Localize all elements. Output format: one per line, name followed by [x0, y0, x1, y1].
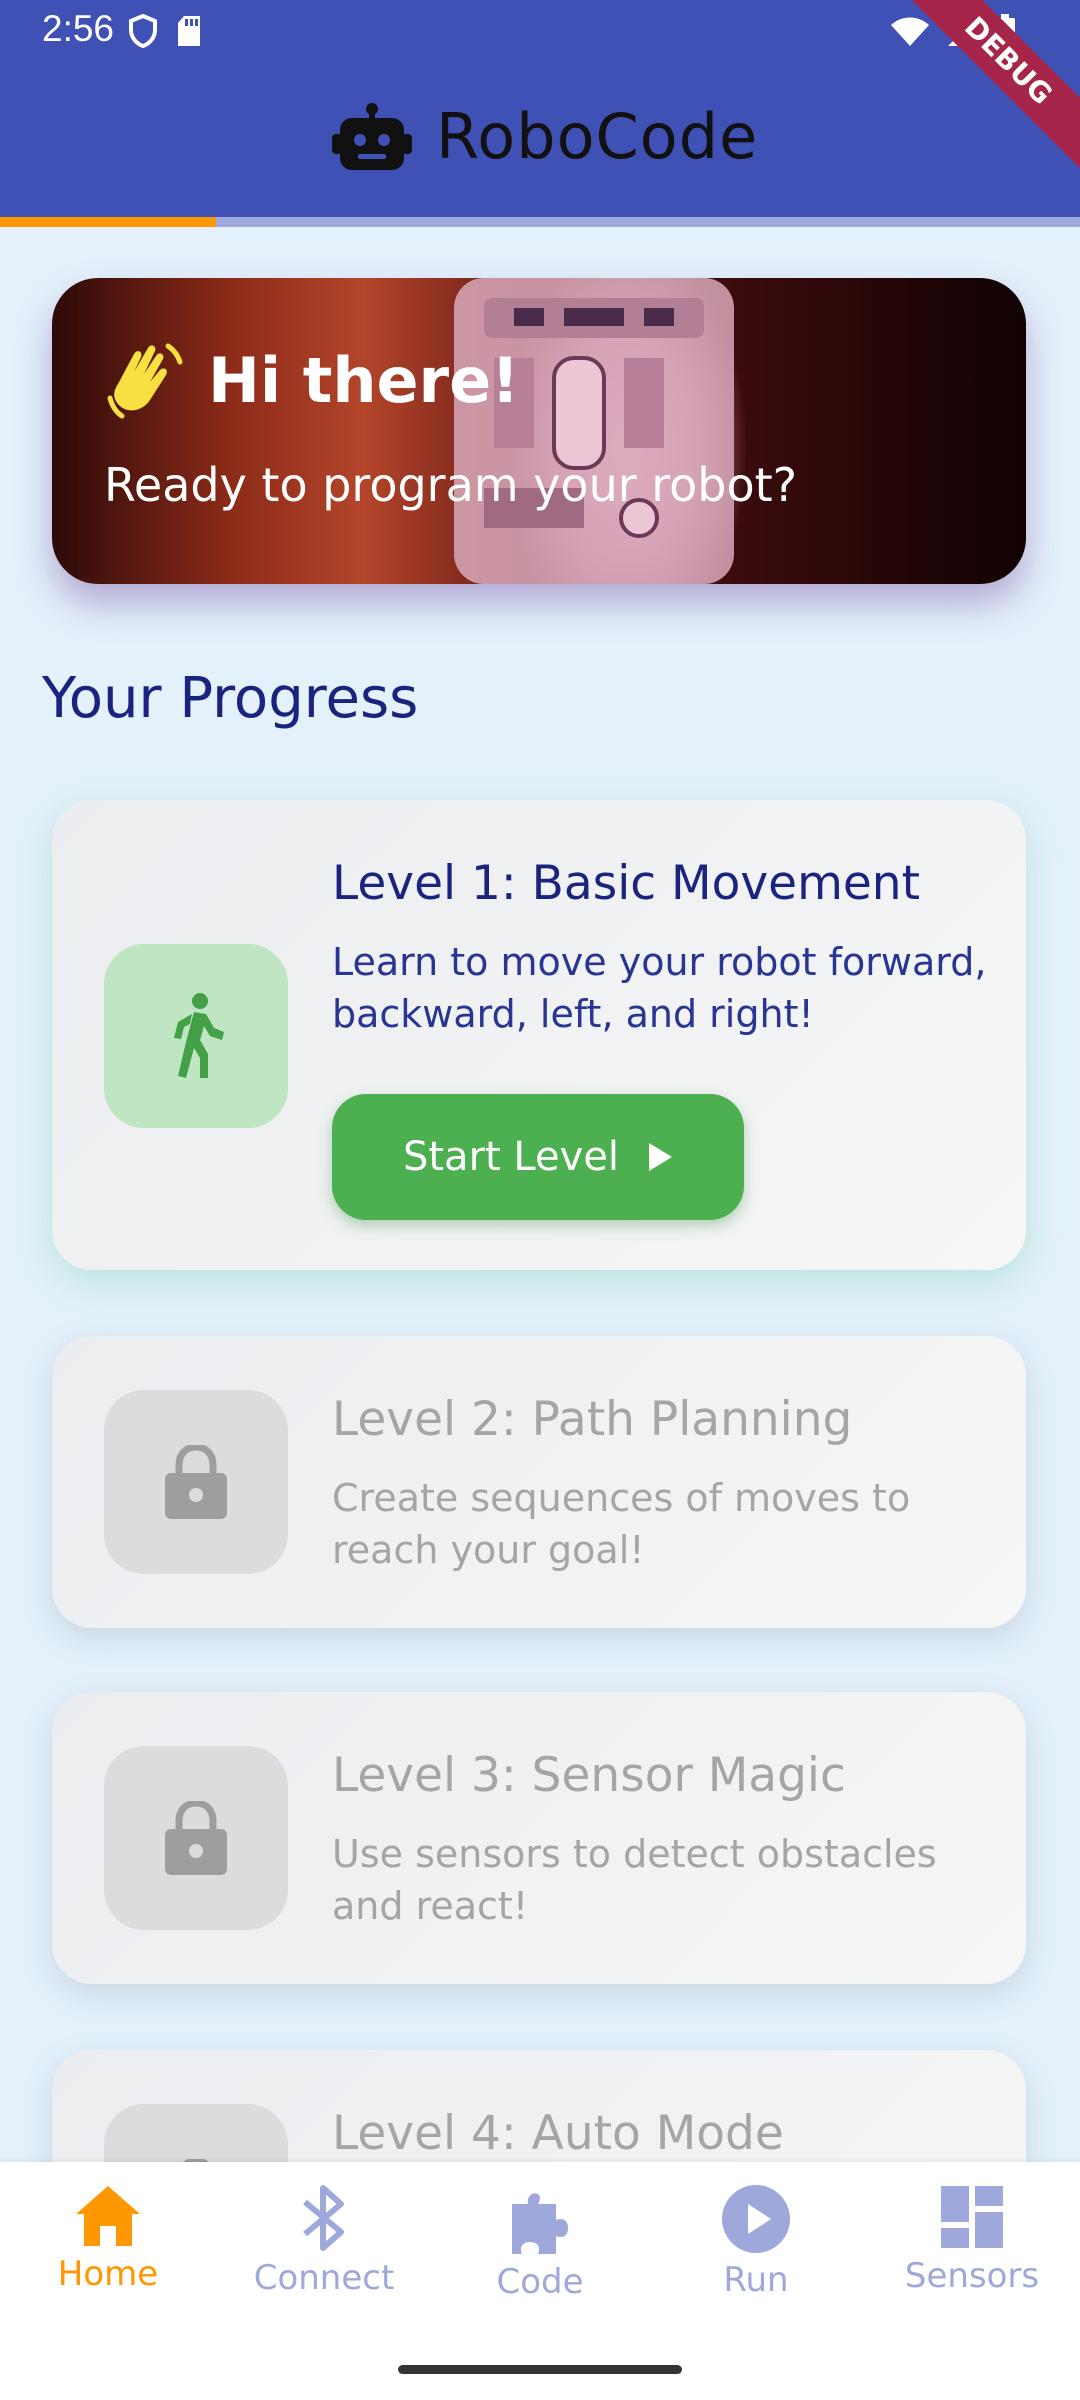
welcome-banner: Hi there! Ready to program your robot? — [52, 278, 1026, 584]
dashboard-icon — [941, 2186, 1003, 2248]
status-time: 2:56 — [42, 8, 115, 49]
hero-subtitle: Ready to program your robot? — [104, 458, 798, 512]
level-3-description: Use sensors to detect obstacles and reac… — [332, 1832, 937, 1928]
robot-photo — [454, 278, 734, 584]
level-card-3[interactable]: Level 3: Sensor Magic Use sensors to det… — [52, 1692, 1026, 1984]
sd-card-icon — [178, 16, 200, 46]
nav-connect[interactable]: Connect — [224, 2184, 424, 2334]
start-level-button[interactable]: Start Level — [332, 1094, 744, 1220]
hero-title-row: Hi there! — [104, 340, 519, 420]
walking-person-icon — [174, 993, 224, 1078]
play-arrow-icon — [649, 1143, 672, 1171]
nav-home[interactable]: Home — [8, 2184, 208, 2334]
level-2-description: Create sequences of moves to reach your … — [332, 1476, 911, 1572]
shield-icon — [129, 14, 157, 48]
nav-sensors[interactable]: Sensors — [872, 2184, 1072, 2334]
wifi-icon — [891, 17, 929, 46]
nav-code[interactable]: Code — [440, 2184, 640, 2334]
level-3-title: Level 3: Sensor Magic — [332, 1748, 846, 1803]
robot-icon — [332, 102, 412, 170]
progress-bar-fill — [0, 217, 216, 227]
start-level-label: Start Level — [402, 1134, 619, 1180]
app-title-group: RoboCode — [332, 100, 758, 173]
nav-code-label: Code — [496, 2262, 584, 2302]
nav-connect-label: Connect — [253, 2258, 395, 2298]
level-card-2[interactable]: Level 2: Path Planning Create sequences … — [52, 1336, 1026, 1628]
section-title: Your Progress — [42, 666, 419, 731]
lock-icon — [165, 1801, 227, 1875]
level-1-title: Level 1: Basic Movement — [332, 856, 921, 911]
app-bar: 2:56 RoboCode DEBUG — [0, 0, 1080, 217]
level-2-title: Level 2: Path Planning — [332, 1392, 853, 1447]
level-card-1[interactable]: Level 1: Basic Movement Learn to move yo… — [52, 800, 1026, 1270]
puzzle-icon — [512, 2193, 568, 2254]
level-4-title: Level 4: Auto Mode — [332, 2106, 784, 2161]
waving-hand-icon — [107, 343, 183, 419]
level-3-icon-tile — [104, 1746, 288, 1930]
progress-bar — [0, 217, 1080, 227]
level-1-icon-tile — [104, 944, 288, 1128]
nav-sensors-label: Sensors — [904, 2256, 1040, 2296]
level-2-icon-tile — [104, 1390, 288, 1574]
nav-run[interactable]: Run — [656, 2184, 856, 2334]
app-title: RoboCode — [436, 100, 759, 173]
home-icon — [76, 2186, 140, 2246]
status-icons-left — [128, 14, 202, 48]
lock-icon — [165, 1445, 227, 1519]
nav-run-label: Run — [723, 2260, 789, 2300]
home-indicator[interactable] — [398, 2365, 682, 2374]
nav-home-label: Home — [57, 2254, 159, 2294]
hero-title: Hi there! — [208, 343, 520, 417]
play-circle-icon — [722, 2185, 790, 2253]
level-1-description: Learn to move your robot forward, backwa… — [332, 940, 987, 1036]
bluetooth-icon — [303, 2185, 344, 2251]
